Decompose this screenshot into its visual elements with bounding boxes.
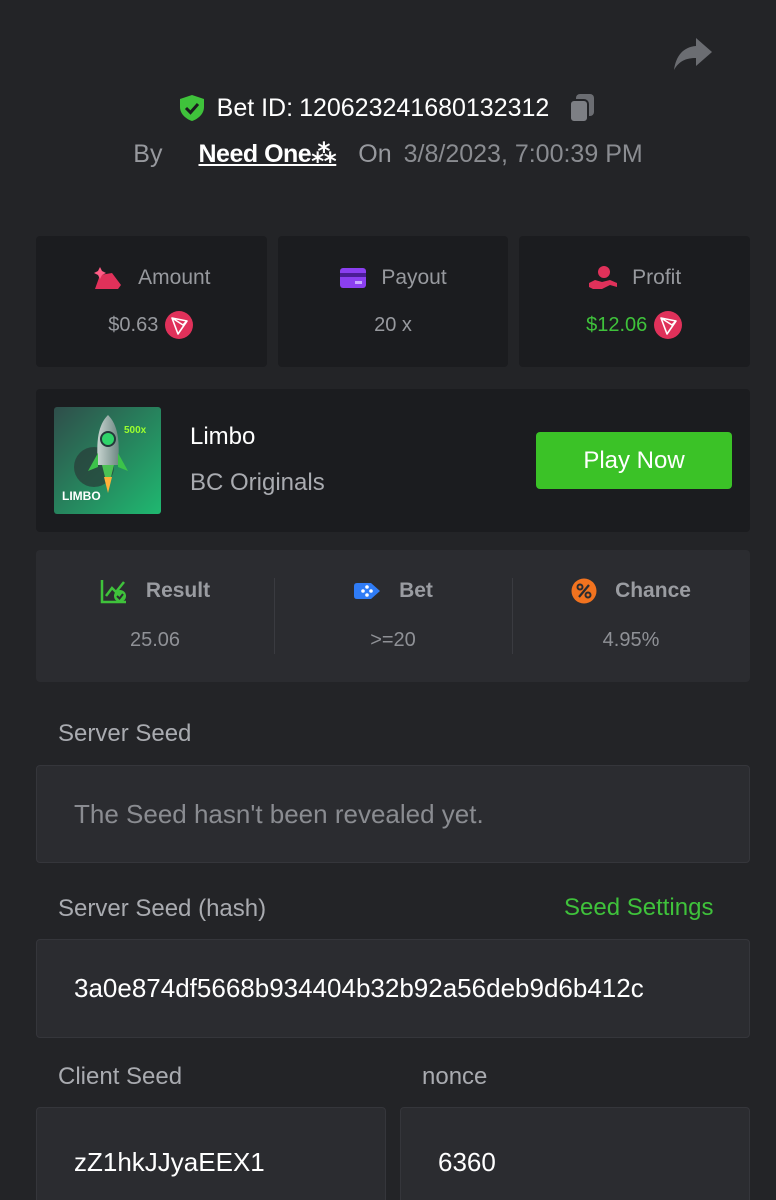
- bet-stats: Amount $0.63 Payout 20 x Profit $12.06: [36, 236, 751, 367]
- server-seed-hash-field[interactable]: 3a0e874df5668b934404b32b92a56deb9d6b412c: [36, 939, 750, 1038]
- payout-value: 20 x: [374, 313, 412, 336]
- chance-percent-icon: [571, 578, 597, 604]
- bet-dice-icon: [354, 583, 381, 599]
- nonce-field[interactable]: 6360: [400, 1107, 750, 1200]
- bet-id-label: Bet ID:: [216, 93, 294, 122]
- username-link[interactable]: Need One⁂: [198, 139, 336, 169]
- tron-coin-icon: [165, 311, 194, 339]
- result-column: Result 25.06: [36, 550, 274, 682]
- game-card: 500x LIMBO Limbo BC Originals Play Now: [36, 389, 750, 532]
- profit-icon: [589, 266, 618, 289]
- amount-label: Amount: [138, 266, 211, 289]
- profit-label: Profit: [632, 266, 682, 289]
- bet-id-row: Bet ID: 120623241680132312: [0, 88, 776, 128]
- client-seed-field[interactable]: zZ1hkJJyaEEX1: [36, 1107, 386, 1200]
- result-value: 25.06: [129, 629, 181, 651]
- by-label: By: [133, 139, 163, 168]
- amount-icon: [94, 267, 122, 289]
- profit-card: Profit $12.06: [519, 236, 751, 367]
- bet-id-value: 120623241680132312: [299, 93, 550, 122]
- tron-coin-icon: [654, 311, 683, 339]
- bet-datetime: 3/8/2023, 7:00:39 PM: [403, 139, 643, 168]
- bet-label: Bet: [399, 579, 433, 602]
- game-thumbnail[interactable]: 500x LIMBO: [54, 407, 161, 514]
- share-icon: [674, 38, 712, 70]
- bet-details: Result 25.06 Bet >=20 Chance 4.95%: [36, 550, 750, 682]
- payout-label: Payout: [381, 266, 447, 289]
- server-seed-hash-label: Server Seed (hash): [58, 895, 267, 922]
- server-seed-label: Server Seed: [58, 720, 192, 747]
- copy-icon[interactable]: [567, 92, 597, 124]
- seed-settings-link[interactable]: Seed Settings: [564, 894, 713, 922]
- game-name: Limbo: [190, 423, 256, 450]
- thumb-multiplier: 500x: [124, 425, 147, 436]
- game-provider: BC Originals: [190, 469, 325, 496]
- share-button[interactable]: [672, 36, 714, 72]
- server-seed-field[interactable]: The Seed hasn't been revealed yet.: [36, 765, 750, 863]
- chance-value: 4.95%: [602, 629, 660, 651]
- payout-card-icon: [340, 268, 367, 288]
- amount-card: Amount $0.63: [36, 236, 267, 367]
- amount-value: $0.63: [108, 313, 159, 336]
- bet-column: Bet >=20: [274, 550, 512, 682]
- profit-value: $12.06: [586, 313, 648, 336]
- result-label: Result: [145, 579, 211, 602]
- client-seed-label: Client Seed: [58, 1063, 183, 1090]
- chance-column: Chance 4.95%: [512, 550, 750, 682]
- chance-label: Chance: [615, 579, 691, 602]
- bet-meta-row: By Need One⁂ On 3/8/2023, 7:00:39 PM: [0, 134, 776, 174]
- bet-value: >=20: [370, 629, 416, 651]
- play-now-button[interactable]: Play Now: [536, 432, 732, 489]
- thumb-title: LIMBO: [62, 489, 101, 503]
- payout-card: Payout 20 x: [277, 236, 509, 367]
- nonce-label: nonce: [422, 1063, 488, 1090]
- result-chart-icon: [100, 580, 126, 604]
- on-label: On: [358, 139, 392, 168]
- shield-check-icon: [179, 95, 204, 121]
